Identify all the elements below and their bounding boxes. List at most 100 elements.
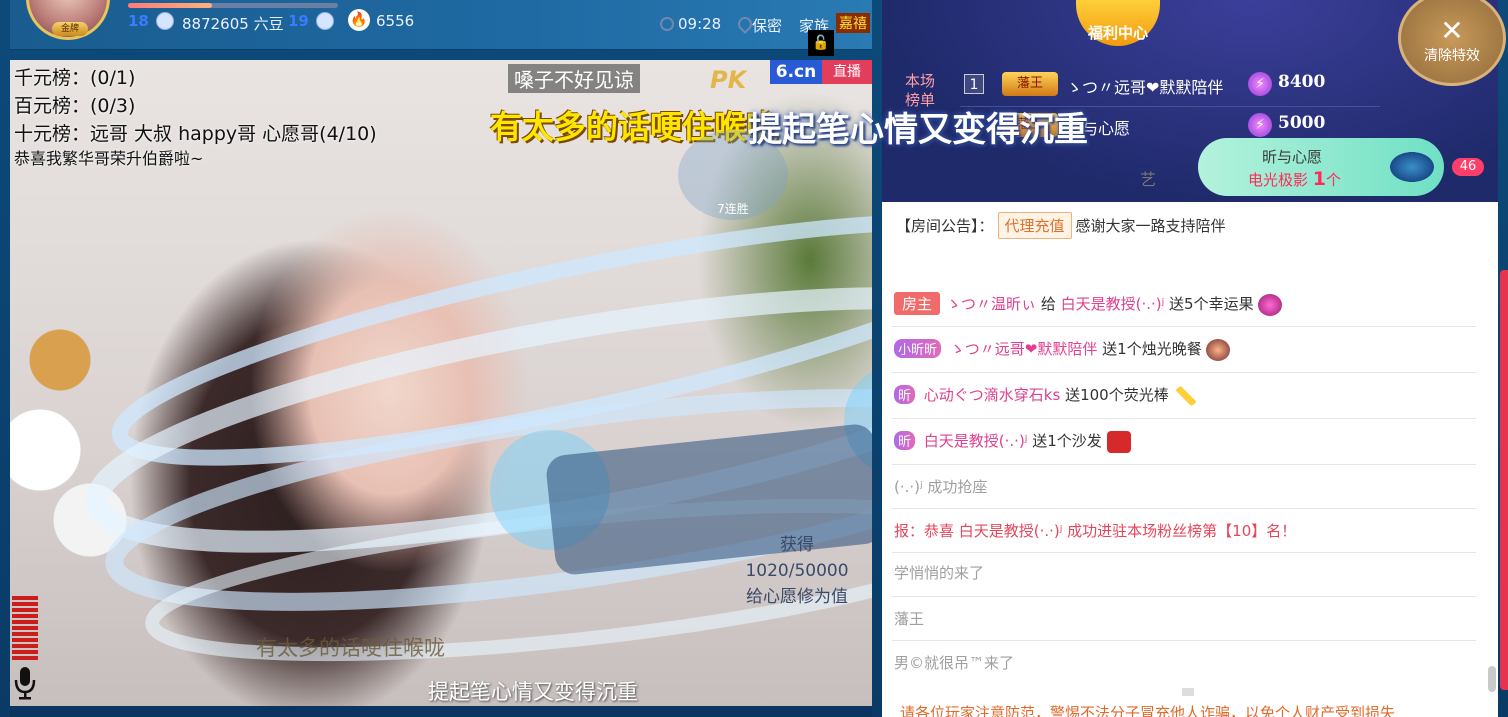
candlelight-dinner-icon [1206, 338, 1231, 361]
family-name[interactable]: 嘉禧 [836, 13, 870, 33]
board-line-ten: 十元榜：远哥 大叔 happy哥 心愿哥(4/10) [14, 123, 377, 145]
board-line-thousand: 千元榜：(0/1) [14, 67, 136, 89]
fan-badge: 昕 [894, 385, 916, 404]
notice-label: 【房间公告】： [896, 217, 994, 235]
room-notice: 【房间公告】： 代理充值 感谢大家一路支持陪伴 [896, 212, 1226, 239]
goal-line-3: 给心愿修为值 [746, 587, 848, 607]
chat-action: 送5个幸运果 [1169, 295, 1254, 313]
chat-message: 房主 ゝつ〃温昕ぃ 给 白天是教授(·.·)ʲ 送5个幸运果 [894, 292, 1283, 316]
sofa-icon [1106, 430, 1131, 453]
unlock-icon[interactable]: 🔓 [808, 30, 834, 56]
anchor-note: 嗓子不好见谅 [508, 64, 640, 93]
chat-divider [892, 418, 1476, 419]
lyric-line-bottom-1: 有太多的话哽住喉咙 [256, 636, 445, 660]
rank-score: 8400 [1278, 72, 1326, 92]
chat-user[interactable]: ゝつ〃远哥❤默默陪伴 [950, 340, 1098, 358]
current-level: 18 [128, 12, 149, 30]
beans-count: 8872605 六豆 [182, 15, 284, 33]
close-icon: ✕ [1440, 14, 1464, 47]
fan-badge: 小昕昕 [894, 339, 942, 358]
side-tab[interactable] [1500, 270, 1508, 690]
room-header: 金牌 18 8872605 六豆 19 🔥 6556 09:28 保密 家族 嘉… [10, 0, 872, 50]
flower-decor [10, 300, 160, 600]
chat-divider [892, 552, 1476, 553]
chat-action: 送1个沙发 [1032, 432, 1102, 450]
lightning-icon: ⚡ [1248, 113, 1272, 137]
gold-badge: 金牌 [52, 22, 88, 36]
gift-desc: 电光极影 1个 [1248, 168, 1341, 190]
video-player[interactable]: 千元榜：(0/1) 百元榜：(0/3) 十元榜：远哥 大叔 happy哥 心愿哥… [10, 60, 872, 706]
rank-number: 1 [964, 74, 984, 94]
tab-partial[interactable]: 艺 [1140, 166, 1156, 190]
next-level: 19 [288, 12, 309, 30]
board-line-hundred: 百元榜：(0/3) [14, 95, 136, 117]
next-level-coin-icon [316, 12, 334, 30]
system-message: 报：恭喜 白天是教授(·.·)ʲ 成功进驻本场粉丝榜第【10】名！ [894, 522, 1297, 540]
rank-score: 5000 [1278, 113, 1326, 133]
chat-user[interactable]: 白天是教授(·.·)ʲ [924, 432, 1028, 450]
video-bottom-strip [10, 706, 872, 717]
chat-divider [892, 326, 1476, 327]
goal-line-2: 1020/50000 [745, 561, 849, 581]
lyric-line-middle: 提起笔心情又变得沉重 [748, 110, 1088, 150]
chat-message: 男©就很吊™来了 [894, 654, 1015, 672]
level-progress [128, 3, 338, 8]
wish-goal: 获得 1020/50000 给心愿修为值 [722, 532, 872, 610]
fire-icon: 🔥 [348, 9, 370, 31]
gift-count: 1 [1312, 168, 1327, 190]
rank-row[interactable]: 1 藩王 ゝつ〃远哥❤默默陪伴 ⚡ 8400 [960, 66, 1380, 102]
level-coin-icon [156, 12, 174, 30]
chat-user[interactable]: ゝつ〃温昕ぃ [946, 295, 1036, 313]
chat-action: 送1个烛光晚餐 [1102, 340, 1202, 358]
mic-volume-meter [12, 596, 38, 660]
site-logo: 6.cn [770, 60, 822, 84]
notice-text: 感谢大家一路支持陪伴 [1075, 217, 1226, 235]
location-text: 保密 [752, 17, 783, 35]
gift-unit: 个 [1326, 171, 1342, 189]
hot-value: 6556 [376, 12, 415, 30]
noble-title: 藩王 [1002, 72, 1058, 96]
lyric-line-bottom-2: 提起笔心情又变得沉重 [428, 680, 638, 704]
microphone-icon[interactable] [14, 666, 36, 700]
chat-message: 学悄悄的来了 [894, 564, 985, 582]
chat-target-user[interactable]: 白天是教授(·.·)ʲ [1061, 295, 1165, 313]
gift-popup: 昕与心愿 电光极影 1个 [1198, 138, 1444, 196]
lucky-fruit-icon [1258, 293, 1283, 316]
clear-effects-label: 清除特效 [1424, 48, 1480, 64]
chat-user[interactable]: 心动ぐつ滴水穿石ks [924, 386, 1061, 404]
fraud-warning: 请各位玩家注意防范，警惕不法分子冒充他人诈骗，以免个人财产受到损失 [900, 704, 1396, 717]
level-progress-fill [128, 3, 212, 8]
welfare-center-button[interactable]: 福利中心 [1076, 0, 1160, 46]
chat-message: 藩王 [894, 610, 925, 628]
proxy-recharge-button[interactable]: 代理充值 [997, 212, 1072, 239]
pk-logo[interactable]: PK [710, 66, 746, 94]
congrats-line: 恭喜我繁华哥荣升伯爵啦~ [14, 149, 204, 168]
chat-message: 昕 白天是教授(·.·)ʲ 送1个沙发 [894, 430, 1131, 453]
chat-divider [892, 464, 1476, 465]
lightning-icon: ⚡ [1248, 72, 1272, 96]
gift-name: 电光极影 [1248, 171, 1309, 189]
scroll-down-arrow-icon[interactable] [1182, 688, 1194, 696]
chat-action: 送100个荧光棒 [1065, 386, 1169, 404]
stream-time: 09:28 [678, 15, 722, 33]
notification-count-badge[interactable]: 46 [1452, 158, 1484, 176]
chat-verb: 给 [1040, 295, 1056, 313]
rank-board-text: 千元榜：(0/1) 百元榜：(0/3) 十元榜：远哥 大叔 happy哥 心愿哥… [14, 64, 377, 170]
anchor-avatar[interactable]: 金牌 [22, 0, 114, 44]
chat-divider [892, 596, 1476, 597]
clock-icon [660, 17, 674, 31]
goal-line-1: 获得 [780, 535, 814, 555]
chat-divider [892, 508, 1476, 509]
fan-badge: 昕 [894, 431, 916, 450]
chat-divider [892, 372, 1476, 373]
live-badge: 直播 [822, 60, 872, 84]
chat-divider [892, 640, 1476, 641]
gift-sender: 昕与心愿 [1262, 148, 1323, 166]
chat-scrollbar[interactable] [1488, 666, 1496, 692]
rank-user-name: ゝつ〃远哥❤默默陪伴 [1066, 78, 1224, 97]
chat-message: 小昕昕 ゝつ〃远哥❤默默陪伴 送1个烛光晚餐 [894, 338, 1231, 361]
car-gift-icon [1390, 152, 1434, 182]
chat-message: (·.·)ʲ 成功抢座 [894, 478, 988, 496]
chat-message: 昕 心动ぐつ滴水穿石ks 送100个荧光棒 [894, 384, 1198, 407]
glow-stick-icon [1173, 384, 1198, 407]
